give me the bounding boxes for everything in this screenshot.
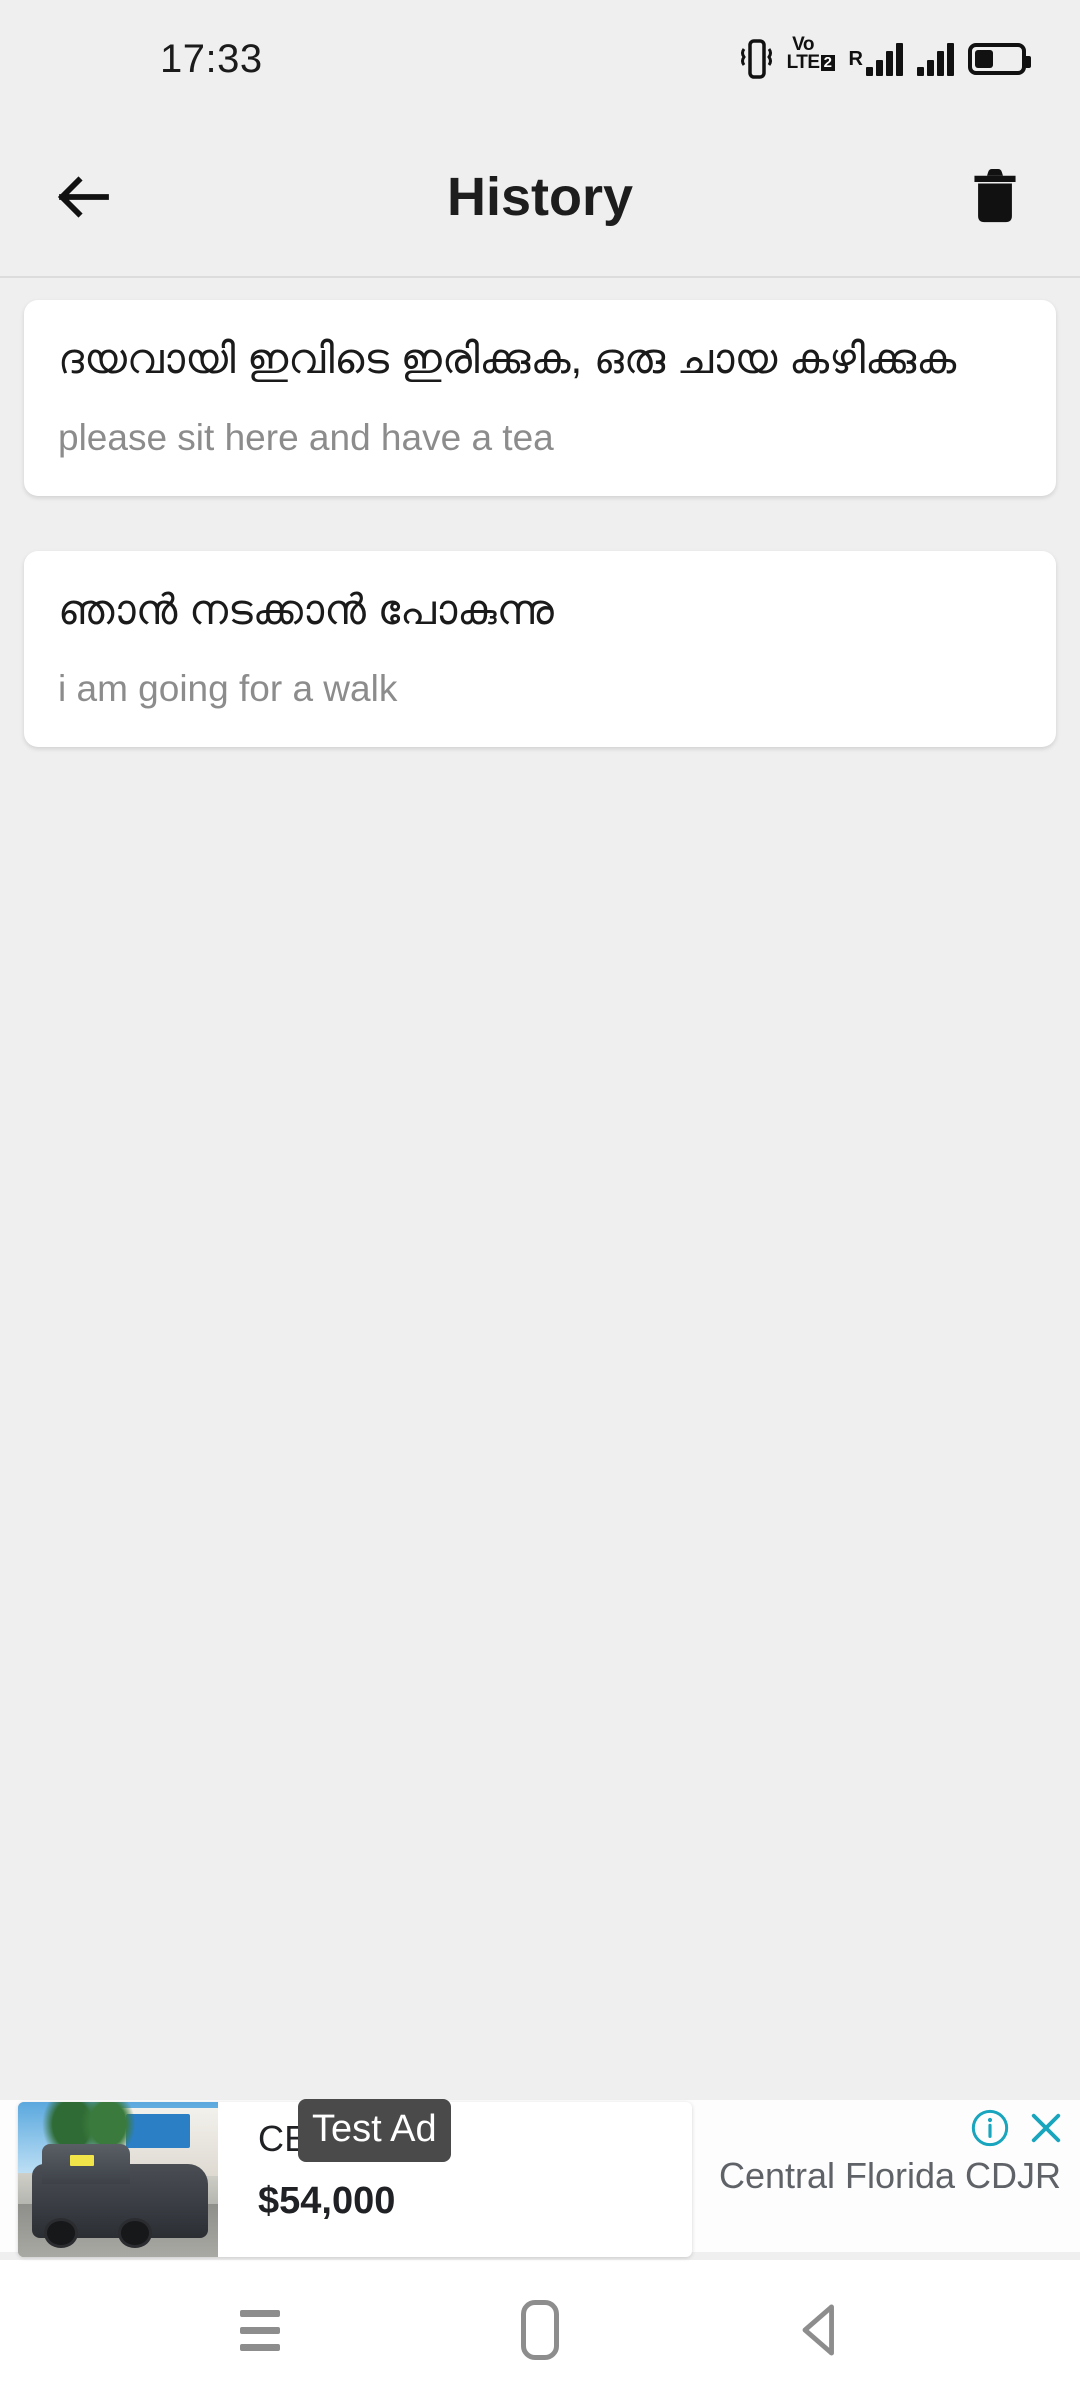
info-circle-icon[interactable] [968,2106,1012,2150]
test-ad-badge: Test Ad [298,2099,451,2162]
history-list[interactable]: ദയവായി ഇവിടെ ഇരിക്കുക, ഒരു ചായ കഴിക്കുക … [0,278,1080,2100]
volte-line2: LTE [786,52,820,74]
phone-screen: 17:33 Vo 0 LTE 2 R [0,0,1080,2400]
arrow-left-icon [57,176,109,218]
close-icon[interactable] [1024,2106,1068,2150]
history-item[interactable]: ദയവായി ഇവിടെ ഇരിക്കുക, ഒരു ചായ കഴിക്കുക … [24,300,1056,497]
signal-bars-sim1 [866,42,903,76]
nav-home-button[interactable] [485,2275,595,2385]
back-button[interactable] [24,137,144,257]
sim-index-badge: 2 [820,55,835,71]
ad-text-block: CERTIFIED $54,000 [218,2102,692,2257]
status-icons: Vo 0 LTE 2 R [739,35,1031,82]
ad-price: $54,000 [258,2180,396,2222]
history-item-source-text: ഞാൻ നടക്കാൻ പോകുന്നു [58,586,554,634]
history-item-translated-text: i am going for a walk [58,668,398,709]
history-item[interactable]: ഞാൻ നടക്കാൻ പോകുന്നു i am going for a wa… [24,551,1056,748]
delete-history-button[interactable] [940,142,1050,252]
status-time: 17:33 [160,36,263,81]
system-nav-bar [0,2260,1080,2400]
page-title: History [446,167,634,227]
battery-icon [968,36,1031,82]
signal-roaming-group: R [849,36,903,82]
ad-banner[interactable]: CERTIFIED $54,000 Test Ad Central Florid… [0,2099,1080,2260]
history-item-source-text: ദയവായി ഇവിടെ ഇരിക്കുക, ഒരു ചായ കഴിക്കുക [58,335,957,382]
home-icon [521,2300,559,2360]
recents-icon [240,2309,280,2351]
signal-bars-sim2 [917,36,954,82]
roaming-indicator: R [848,47,863,70]
vibrate-icon [739,36,773,82]
back-triangle-icon [802,2304,834,2356]
nav-back-button[interactable] [765,2275,875,2385]
nav-recents-button[interactable] [205,2275,315,2385]
status-bar: 17:33 Vo 0 LTE 2 R [0,0,1080,118]
app-bar: History [0,118,1080,278]
ad-controls[interactable] [968,2106,1068,2150]
history-item-translated-text: please sit here and have a tea [58,416,554,458]
trash-icon [974,168,1016,223]
volte-icon: Vo 0 LTE 2 [786,35,835,82]
ad-product-image [18,2102,218,2257]
